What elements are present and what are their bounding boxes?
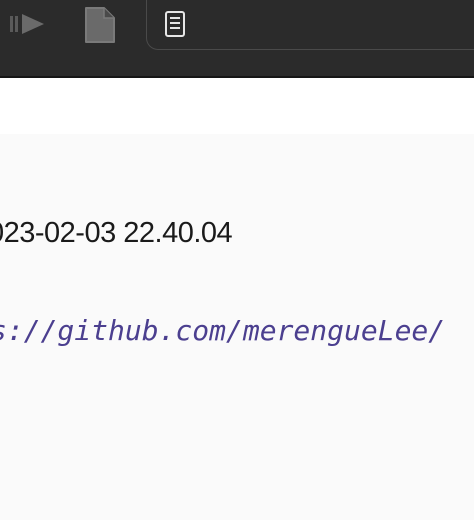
document-icon[interactable] xyxy=(84,6,116,44)
address-bar[interactable] xyxy=(146,0,474,50)
page-header-spacer xyxy=(0,78,474,134)
play-forward-icon[interactable] xyxy=(8,12,48,36)
timestamp-text: 023-02-03 22.40.04 xyxy=(0,217,233,249)
reader-mode-icon[interactable] xyxy=(164,11,186,37)
browser-toolbar xyxy=(0,0,474,78)
github-link[interactable]: s://github.com/merengueLee/ xyxy=(0,314,445,347)
